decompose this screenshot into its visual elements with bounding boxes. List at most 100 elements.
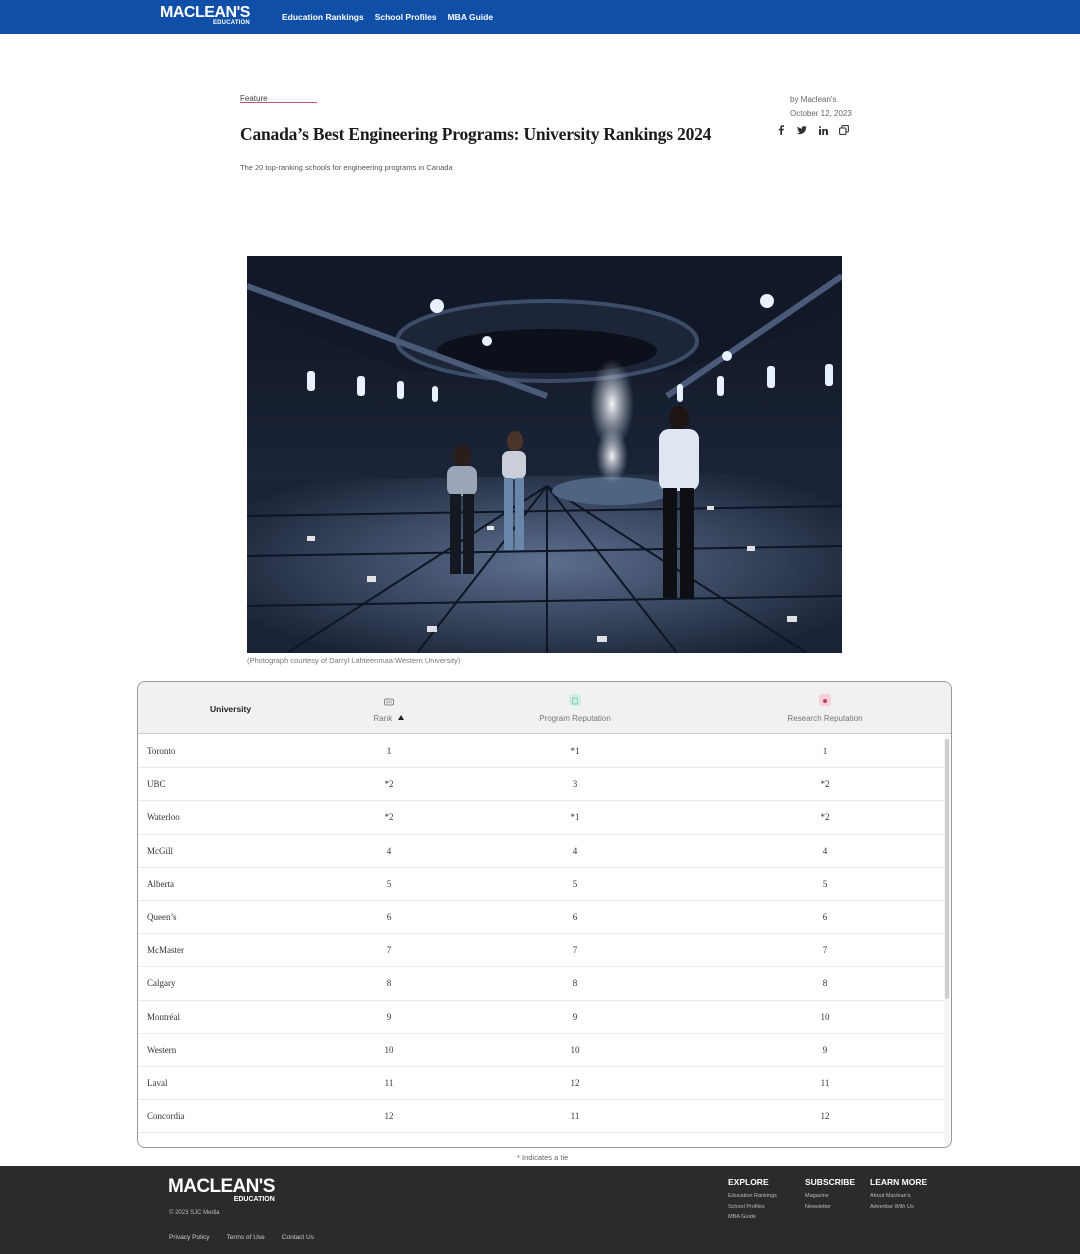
research-reputation-value: 4: [822, 845, 828, 856]
research-reputation-value: *2: [820, 779, 830, 790]
university-name: Laval: [147, 1077, 168, 1088]
university-name: McMaster: [147, 945, 184, 956]
program-reputation-value: 9: [572, 1011, 578, 1022]
footer-legal-links: Privacy Policy Terms of Use Contact Us: [169, 1234, 314, 1241]
program-reputation-value: *1: [570, 812, 580, 823]
table-row: Laval 11 12 11: [138, 1067, 944, 1101]
rank-icon: [383, 695, 395, 707]
logo-wordmark: MACLEAN'S: [160, 4, 250, 21]
footer-learn-more-column: LEARN MORE About Maclean's Advertise Wit…: [870, 1177, 927, 1212]
privacy-policy-link[interactable]: Privacy Policy: [169, 1234, 209, 1241]
table-row: Queen’s 6 6 6: [138, 901, 944, 935]
twitter-icon[interactable]: [796, 125, 808, 139]
terms-of-use-link[interactable]: Terms of Use: [226, 1234, 264, 1241]
sort-ascending-icon[interactable]: [398, 715, 405, 720]
footer-link-magazine[interactable]: Magazine: [805, 1191, 855, 1202]
rank-value: 12: [384, 1111, 394, 1122]
table-row: Waterloo *2 *1 *2: [138, 801, 944, 835]
rank-value: 5: [386, 878, 392, 889]
contact-us-link[interactable]: Contact Us: [282, 1234, 314, 1241]
rank-value: *2: [384, 812, 394, 823]
program-reputation-value: 10: [570, 1044, 580, 1055]
rank-value: 10: [384, 1044, 394, 1055]
table-scrollbar[interactable]: [944, 735, 950, 1147]
table-body: Toronto 1 *1 1 UBC *2 3 *2 Waterloo *2 *…: [138, 735, 944, 1147]
rank-value: 9: [386, 1011, 392, 1022]
rank-value: 7: [386, 945, 392, 956]
footer-logo-subtitle: EDUCATION: [233, 1196, 275, 1203]
footer-link-mba-guide[interactable]: MBA Guide: [728, 1212, 777, 1223]
program-reputation-value: 11: [570, 1111, 580, 1122]
university-name: Western: [147, 1044, 177, 1055]
footer-link-about[interactable]: About Maclean's: [870, 1191, 927, 1202]
social-share: [775, 125, 850, 139]
column-header-program-reputation[interactable]: Program Reputation: [525, 714, 625, 723]
program-reputation-value: 4: [572, 845, 578, 856]
table-row: Calgary 8 8 8: [138, 967, 944, 1001]
nav-education-rankings[interactable]: Education Rankings: [282, 12, 364, 22]
footer-link-advertise[interactable]: Advertise With Us: [870, 1202, 927, 1213]
site-footer: MACLEAN'S EDUCATION © 2023 SJC Media Pri…: [0, 1166, 1080, 1254]
table-row: Toronto 1 *1 1: [138, 735, 944, 769]
university-name: Alberta: [147, 878, 174, 889]
program-reputation-value: 3: [572, 779, 578, 790]
column-header-university[interactable]: University: [210, 704, 251, 714]
footer-logo-wordmark: MACLEAN'S: [168, 1176, 275, 1197]
table-header: University Rank Program Reputation Resea…: [138, 682, 951, 734]
table-scrollbar-thumb[interactable]: [945, 739, 949, 999]
table-row: UBC *2 3 *2: [138, 768, 944, 802]
rank-value: 4: [386, 845, 392, 856]
photo-caption: (Photograph courtesy of Darryl Lahteenma…: [247, 656, 461, 665]
macleans-education-logo[interactable]: MACLEAN'S EDUCATION: [160, 4, 250, 27]
footer-link-newsletter[interactable]: Newsletter: [805, 1202, 855, 1213]
nav-mba-guide[interactable]: MBA Guide: [448, 12, 494, 22]
footer-logo[interactable]: MACLEAN'S EDUCATION: [168, 1177, 275, 1203]
explore-heading: EXPLORE: [728, 1177, 769, 1187]
facebook-icon[interactable]: [775, 125, 787, 139]
research-reputation-value: 5: [822, 878, 828, 889]
table-row: McGill 4 4 4: [138, 835, 944, 868]
research-reputation-value: *2: [820, 812, 830, 823]
program-reputation-value: 6: [572, 911, 578, 922]
research-reputation-value: 12: [820, 1111, 830, 1122]
subscribe-heading: SUBSCRIBE: [805, 1177, 856, 1187]
article-title: Canada’s Best Engineering Programs: Univ…: [240, 124, 712, 144]
author: by Maclean's: [790, 95, 837, 104]
learn-more-heading: LEARN MORE: [870, 1177, 928, 1187]
program-reputation-icon: [569, 694, 581, 706]
program-reputation-value: 12: [570, 1077, 580, 1088]
program-reputation-value: 7: [572, 945, 578, 956]
copy-link-icon[interactable]: [838, 125, 850, 139]
linkedin-icon[interactable]: [817, 125, 829, 139]
publish-date: October 12, 2023: [790, 109, 852, 118]
footer-link-education-rankings[interactable]: Education Rankings: [728, 1191, 777, 1202]
program-reputation-value: 5: [572, 878, 578, 889]
table-row: Alberta 5 5 5: [138, 868, 944, 901]
rank-value: *2: [384, 779, 394, 790]
column-header-rank[interactable]: Rank: [364, 714, 414, 723]
table-row: Concordia 12 11 12: [138, 1100, 944, 1134]
research-reputation-value: 9: [822, 1044, 828, 1055]
rank-value: 1: [386, 746, 392, 756]
research-reputation-value: 11: [820, 1077, 830, 1088]
rank-value: 11: [384, 1077, 394, 1088]
rank-value: 8: [386, 978, 392, 989]
rank-value: 6: [386, 911, 392, 922]
wind-tunnel-photo: [247, 256, 842, 653]
article-dek: The 20 top-ranking schools for engineeri…: [240, 163, 453, 172]
university-name: Concordia: [147, 1111, 185, 1122]
copyright: © 2023 SJC Media: [169, 1210, 220, 1216]
nav-school-profiles[interactable]: School Profiles: [375, 12, 437, 22]
footer-link-school-profiles[interactable]: School Profiles: [728, 1202, 777, 1213]
research-reputation-value: 10: [820, 1011, 830, 1022]
university-name: Calgary: [147, 978, 176, 989]
rankings-table: University Rank Program Reputation Resea…: [137, 681, 952, 1148]
table-row: Western 10 10 9: [138, 1034, 944, 1067]
university-name: Toronto: [147, 746, 176, 756]
footer-explore-column: EXPLORE Education Rankings School Profil…: [728, 1177, 777, 1223]
footer-subscribe-column: SUBSCRIBE Magazine Newsletter: [805, 1177, 855, 1212]
kicker-underline: [240, 102, 317, 103]
university-name: UBC: [147, 779, 166, 790]
column-header-research-reputation[interactable]: Research Reputation: [775, 714, 875, 723]
program-reputation-value: 8: [572, 978, 578, 989]
